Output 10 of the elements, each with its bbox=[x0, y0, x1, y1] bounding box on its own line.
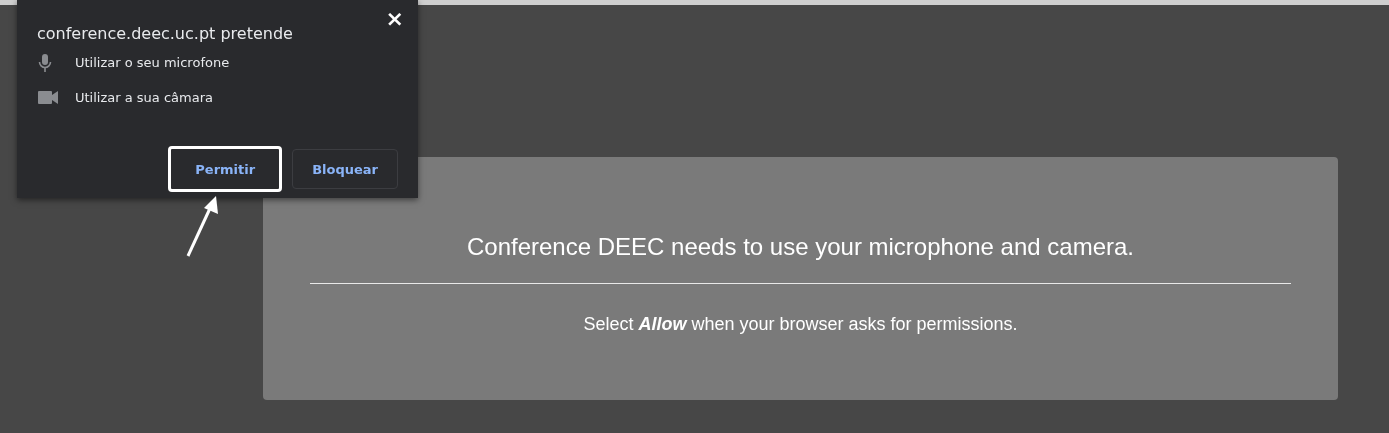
dialog-button[interactable]: Permitir bbox=[168, 146, 283, 192]
notice-title: Conference DEEC needs to use your microphone and camera. bbox=[466, 232, 1135, 262]
close-button[interactable]: × bbox=[383, 8, 406, 30]
popup-title: conference.deec.uc.pt pretende bbox=[37, 24, 294, 44]
permission-label: Utilizar a sua câmara bbox=[75, 90, 213, 105]
camera-icon bbox=[38, 91, 58, 104]
microphone-icon bbox=[38, 52, 52, 73]
notice-text: Select Allow when your browser asks for permissions. bbox=[582, 313, 1019, 335]
dialog-button[interactable]: Bloquear bbox=[292, 149, 398, 189]
permission-label: Utilizar o seu microfone bbox=[75, 55, 230, 70]
